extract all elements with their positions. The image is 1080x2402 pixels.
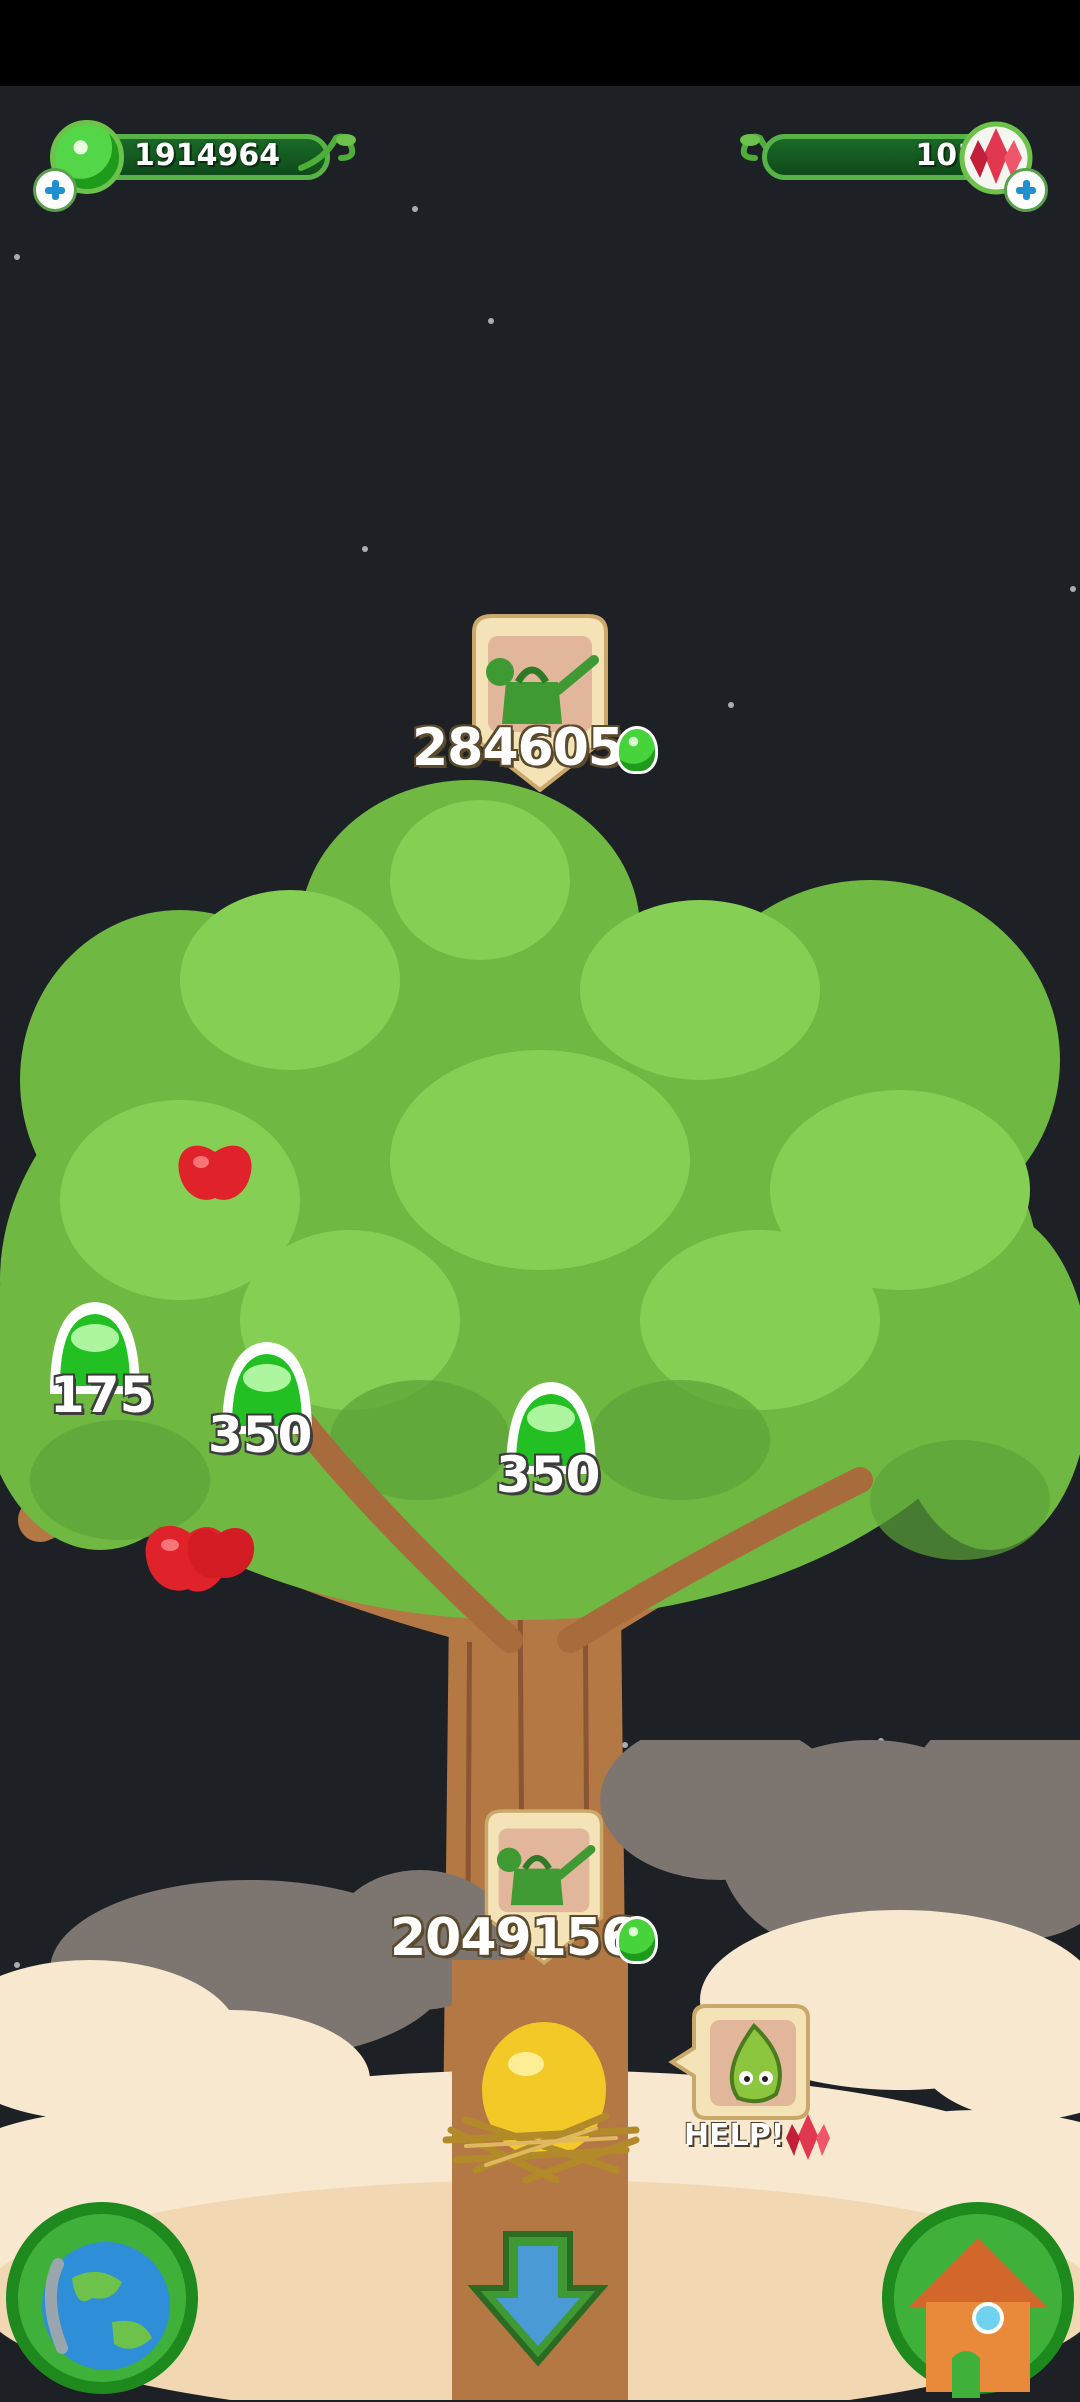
star (1070, 586, 1076, 592)
fruit-marker[interactable]: 175 (40, 1294, 154, 1424)
green-gumdrop-icon (616, 726, 658, 774)
fruit-marker[interactable]: 350 (208, 1334, 322, 1464)
star (362, 546, 368, 552)
green-gumdrop-icon (616, 1916, 658, 1964)
star (728, 702, 734, 708)
star (14, 254, 20, 260)
home-button[interactable] (878, 2198, 1078, 2398)
watering-count-bottom: 2049156 (390, 1908, 637, 1968)
house-icon (882, 2202, 1074, 2398)
apple-icon (178, 1145, 252, 1200)
apple-icon (145, 1525, 255, 1592)
fruit-reward-value: 350 (496, 1446, 601, 1504)
star (488, 318, 494, 324)
help-label: HELP! (684, 2118, 785, 2153)
fruit-reward-value: 350 (208, 1406, 313, 1464)
add-gumdrops-button[interactable] (33, 168, 77, 212)
watering-count-top: 284605 (412, 718, 624, 778)
gumdrop-count: 1914964 (134, 138, 281, 173)
crystal-counter: 101 (728, 121, 1058, 212)
golden-egg-icon[interactable] (436, 2020, 646, 2200)
status-bar (0, 0, 1080, 86)
star (412, 206, 418, 212)
gumdrop-counter: 1914964 (30, 120, 360, 212)
red-crystal-icon (786, 2114, 830, 2160)
fruit-marker[interactable]: 350 (496, 1374, 606, 1504)
leaf-creature-icon (668, 2004, 810, 2120)
fruit-reward-value: 175 (50, 1366, 155, 1424)
vine-icon (298, 133, 356, 171)
add-crystals-button[interactable] (1004, 168, 1048, 212)
globe-icon (6, 2202, 198, 2394)
scroll-down-button[interactable] (467, 2228, 609, 2368)
down-arrow-icon (467, 2231, 609, 2367)
world-map-button[interactable] (2, 2198, 202, 2398)
